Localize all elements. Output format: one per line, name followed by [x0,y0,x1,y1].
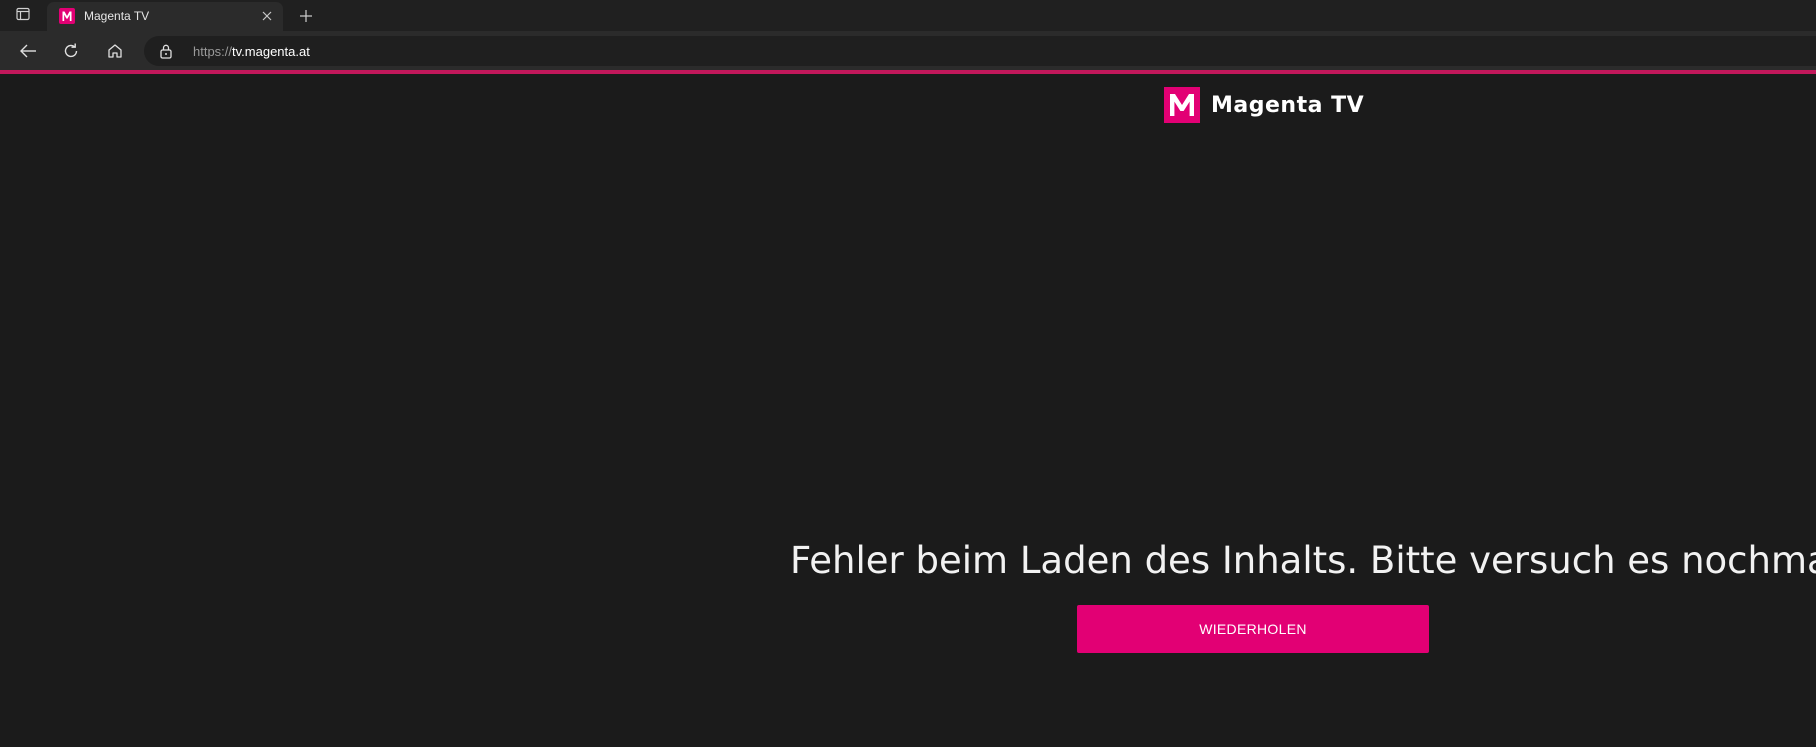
back-button[interactable] [13,37,43,65]
brand-name: Magenta TV [1211,92,1365,118]
url-text[interactable]: https://tv.magenta.at [193,44,310,59]
url-host: tv.magenta.at [232,44,310,59]
tab-actions-button[interactable] [8,5,38,27]
magenta-favicon-icon [59,8,75,24]
refresh-button[interactable] [56,37,86,65]
tab-title: Magenta TV [84,9,150,23]
tab-actions-icon [16,7,30,26]
error-message: Fehler beim Laden des Inhalts. Bitte ver… [790,539,1816,582]
tab-close-button[interactable] [259,8,275,24]
browser-toolbar: https://tv.magenta.at [0,31,1816,70]
magenta-logo-icon [1164,87,1200,123]
back-arrow-icon [20,44,36,58]
brand-header[interactable]: Magenta TV [1164,87,1364,123]
close-icon [262,11,272,21]
url-scheme: https:// [193,44,233,59]
browser-tab-strip: Magenta TV [0,0,1816,31]
new-tab-button[interactable] [294,5,318,27]
refresh-icon [64,43,78,58]
address-bar[interactable]: https://tv.magenta.at [144,36,1816,66]
home-button[interactable] [100,37,130,65]
lock-icon[interactable] [158,43,174,59]
retry-button[interactable]: WIEDERHOLEN [1077,605,1429,653]
page-content: Magenta TV Fehler beim Laden des Inhalts… [0,74,1816,747]
plus-icon [300,10,312,22]
home-icon [108,44,122,58]
browser-tab[interactable]: Magenta TV [47,2,283,31]
